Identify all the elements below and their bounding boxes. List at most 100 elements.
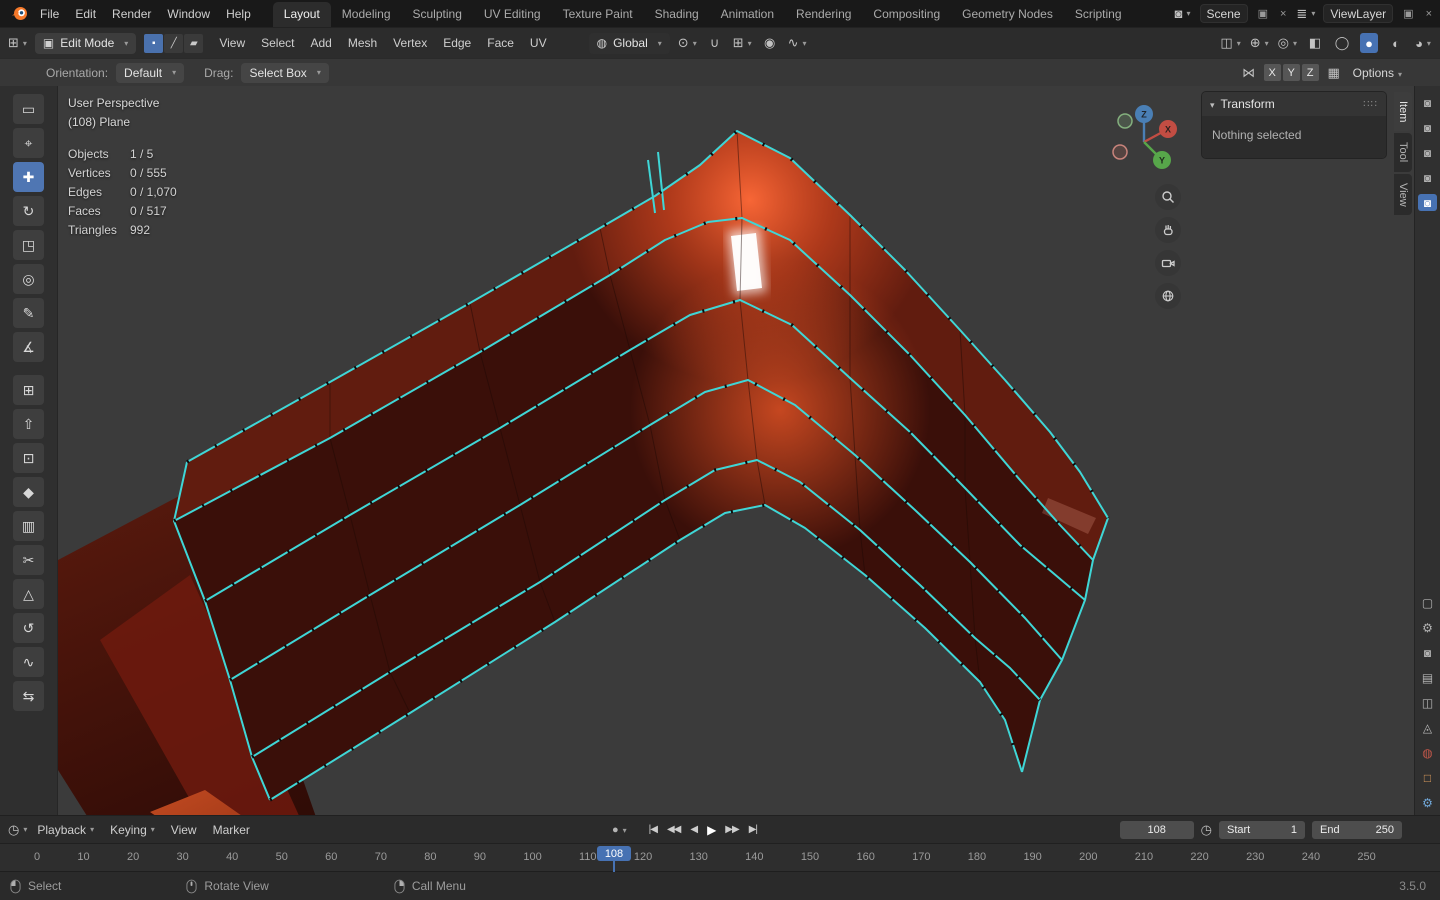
auto-keying-record-icon[interactable]: ● [612,824,627,836]
marker-menu[interactable]: Marker [205,819,258,841]
sidebar-tab[interactable]: Tool [1394,133,1412,172]
smooth-tool[interactable]: ∿ [13,647,44,677]
use-preview-range-icon[interactable]: ◷ [1201,822,1212,838]
measure-tool[interactable]: ∡ [13,332,44,362]
annotate-tool[interactable]: ✎ [13,298,44,328]
navigation-gizmo[interactable]: Z X Y [1108,96,1180,176]
workspace-tab[interactable]: Compositing [862,2,951,27]
object-properties-icon[interactable]: □ [1418,769,1437,786]
playhead-frame-badge[interactable]: 108 [597,846,631,861]
mirror-icon[interactable]: ⋈ [1240,63,1258,83]
snap-magnet-icon[interactable]: ∪ [706,33,724,53]
axis-neg-x-handle[interactable] [1112,144,1128,160]
scene-browse-icon[interactable]: ◙ [1174,4,1192,24]
workspace-tab[interactable]: Sculpting [402,2,473,27]
render-properties-icon[interactable]: ◙ [1418,644,1437,661]
viewport-menu-item[interactable]: Add [302,31,339,55]
workspace-tab[interactable]: Layout [272,2,331,27]
zoom-button[interactable] [1155,184,1181,210]
show-gizmo-icon[interactable]: ⊕ [1250,33,1269,53]
keying-menu[interactable]: Keying [102,819,163,841]
next-keyframe-button[interactable]: ▶▶ [723,824,740,835]
axis-button[interactable]: Y [1282,64,1300,81]
panel-grip-icon[interactable] [1363,99,1378,110]
viewport-menu-item[interactable]: Face [479,31,522,55]
scale-tool[interactable]: ◳ [13,230,44,260]
sidebar-tab[interactable]: Item [1394,92,1412,132]
knife-tool[interactable]: ✂ [13,545,44,575]
extrude-region-tool[interactable]: ⇧ [13,409,44,439]
frame-start-field[interactable]: Start 1 [1219,820,1305,839]
sidebar-tab[interactable]: View [1394,173,1412,216]
scene-new-icon[interactable]: ▣ [1256,7,1270,20]
viewport-menu-item[interactable]: Vertex [385,31,435,55]
viewport-3d[interactable]: User Perspective (108) Plane Objects 1 / … [58,86,1414,815]
workspace-tab[interactable]: Texture Paint [552,2,644,27]
timeline-view-menu[interactable]: View [163,819,205,841]
face-select-mode[interactable]: ▰ [184,33,204,53]
viewport-menu-item[interactable]: Mesh [340,31,385,55]
restrict-render-icon-1[interactable]: ◙ [1418,94,1437,111]
axis-neg-y-handle[interactable] [1117,113,1133,129]
restrict-render-icon-4[interactable]: ◙ [1418,169,1437,186]
scene-unlink-icon[interactable]: × [1278,8,1288,20]
editor-type-icon[interactable]: ⊞ [8,33,27,53]
viewlayer-selector[interactable]: ViewLayer [1323,4,1394,23]
show-object-types-icon[interactable]: ◫ [1220,33,1240,53]
axis-button[interactable]: Z [1301,64,1319,81]
view-layer-properties-icon[interactable]: ◫ [1418,694,1437,711]
jump-to-start-button[interactable]: |◀ [647,824,659,835]
tweak-select-tool[interactable]: ▭ [13,94,44,124]
timeline-ruler[interactable]: 0 10 20 30 40 50 60 70 80 90 100 110 120 130 140 150 160… [0,843,1440,872]
restrict-render-icon-3[interactable]: ◙ [1418,144,1437,161]
viewport-menu-item[interactable]: Edge [435,31,479,55]
current-frame-field[interactable] [1119,820,1194,839]
rotate-tool[interactable]: ↻ [13,196,44,226]
playhead[interactable]: 108 [597,846,631,872]
viewlayer-new-icon[interactable]: ▣ [1401,7,1415,20]
options-button[interactable]: Options [1349,66,1406,80]
shading-wireframe-icon[interactable]: ◯ [1333,33,1351,53]
timeline-editor-type-icon[interactable]: ◷ [8,820,27,840]
topbar-menu-item[interactable]: File [32,0,67,27]
show-overlays-icon[interactable]: ◎ [1278,33,1297,53]
scene-properties-icon[interactable]: ◬ [1418,719,1437,736]
cursor-tool[interactable]: ⌖ [13,128,44,158]
topbar-menu-item[interactable]: Help [218,0,259,27]
topbar-menu-item[interactable]: Render [104,0,159,27]
prev-keyframe-button[interactable]: ◀◀ [665,824,682,835]
shading-rendered-icon[interactable]: ◕ [1414,33,1432,53]
viewlayer-browse-icon[interactable]: ≣ [1296,4,1315,24]
workspace-tab[interactable]: Animation [710,2,785,27]
workspace-tab[interactable]: Scripting [1064,2,1133,27]
toggle-perspective-button[interactable] [1155,283,1181,309]
workspace-tab[interactable]: Shading [644,2,710,27]
orientation-select[interactable]: ◍ Global [588,32,670,54]
mode-select[interactable]: ▣ Edit Mode [34,32,137,54]
axis-button[interactable]: X [1263,64,1281,81]
falloff-icon[interactable]: ∿ [788,33,807,53]
shading-material-icon[interactable]: ◐ [1387,33,1405,53]
blender-logo-icon[interactable] [6,0,32,27]
transform-panel-header[interactable]: Transform [1202,92,1386,116]
loop-cut-tool[interactable]: ▥ [13,511,44,541]
poly-build-tool[interactable]: △ [13,579,44,609]
jump-to-end-button[interactable]: ▶| [747,824,759,835]
workspace-tab[interactable]: Geometry Nodes [951,2,1064,27]
restrict-render-icon-2[interactable]: ◙ [1418,119,1437,136]
vertex-select-mode[interactable]: ▪ [144,33,164,53]
orientation-default-select[interactable]: Default [116,62,185,83]
viewport-menu-item[interactable]: Select [253,31,302,55]
toggle-xray-icon[interactable]: ◧ [1306,33,1324,53]
workspace-tab[interactable]: Rendering [785,2,862,27]
shading-solid-icon[interactable]: ● [1360,33,1378,53]
spin-tool[interactable]: ↺ [13,613,44,643]
viewport-menu-item[interactable]: UV [522,31,555,55]
proportional-editing-icon[interactable]: ◉ [761,33,779,53]
viewport-menu-item[interactable]: View [211,31,253,55]
inset-faces-tool[interactable]: ⊡ [13,443,44,473]
output-properties-icon[interactable]: ▤ [1418,669,1437,686]
world-properties-icon[interactable]: ◍ [1418,744,1437,761]
viewport-canvas[interactable] [58,86,1414,815]
active-tool-icon[interactable]: ⚙ [1418,619,1437,636]
